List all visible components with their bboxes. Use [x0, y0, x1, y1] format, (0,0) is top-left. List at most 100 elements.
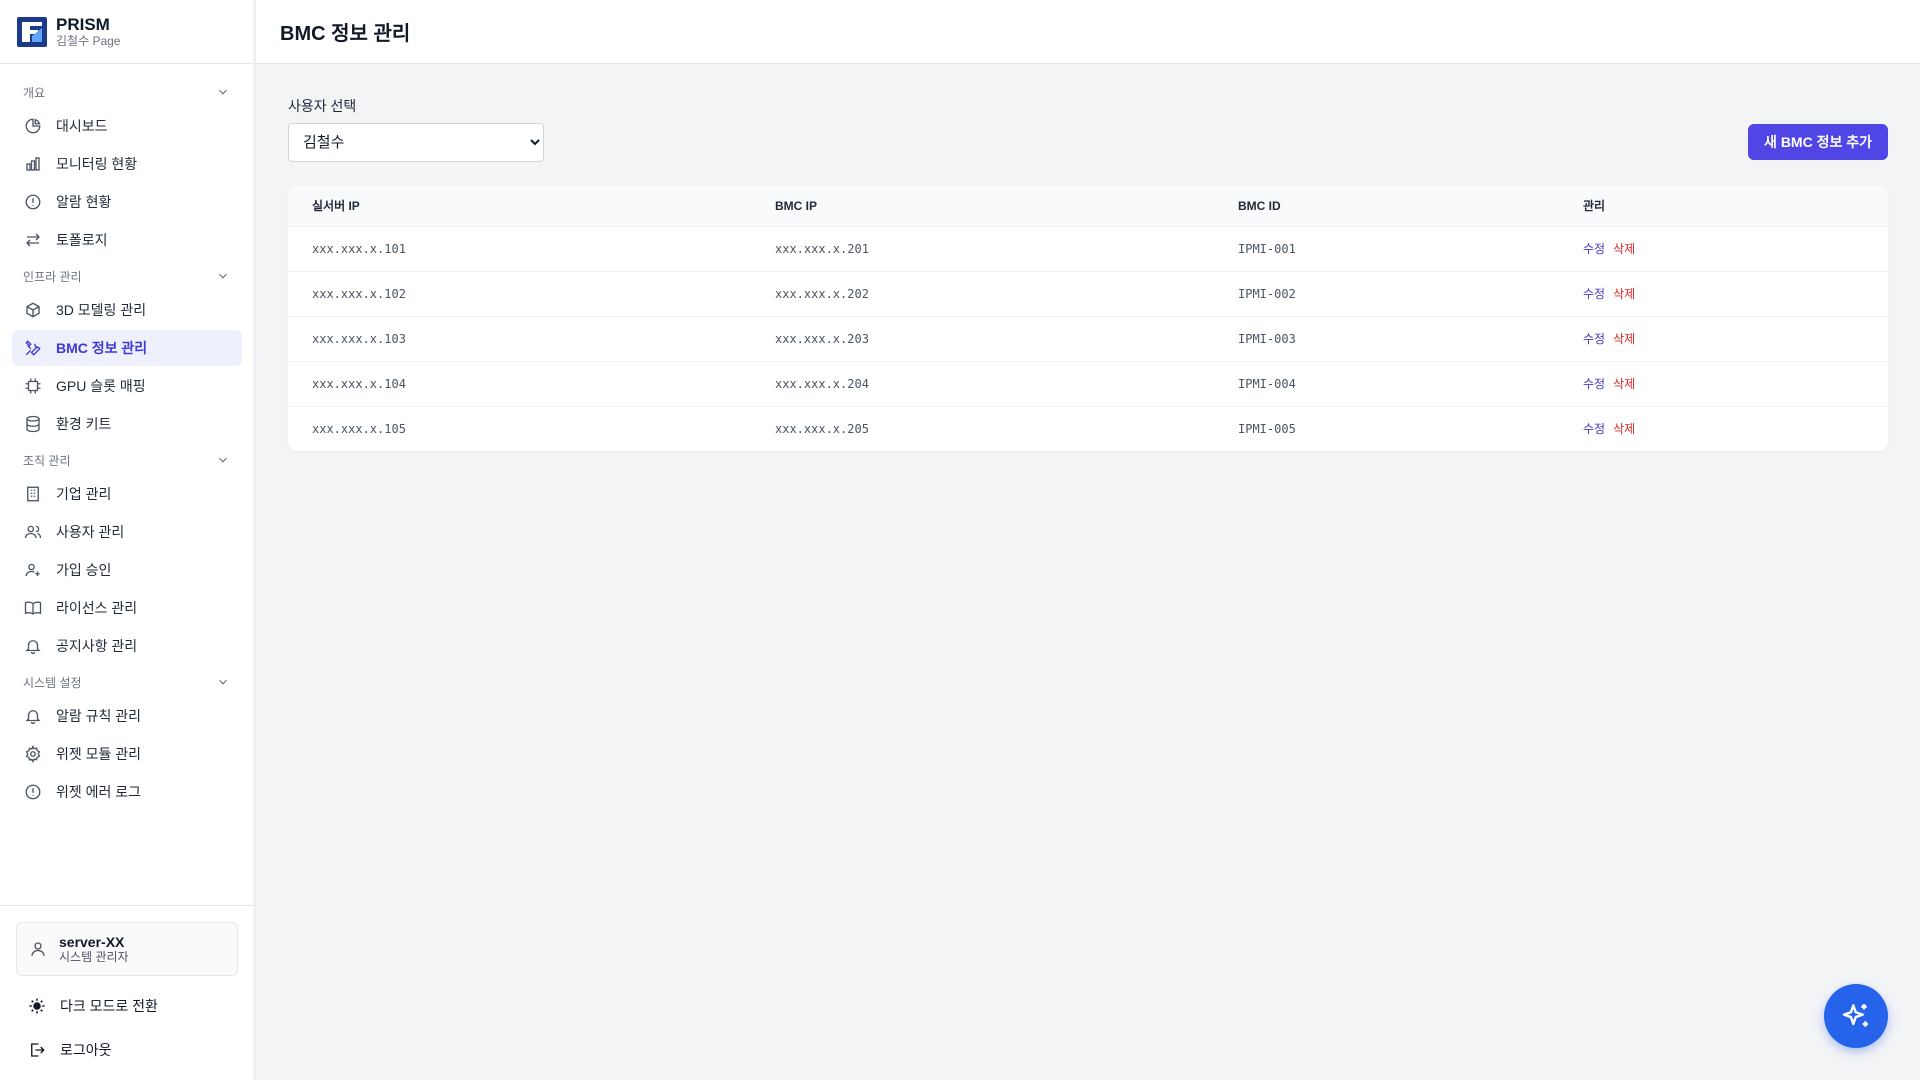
actions-cell: 수정 삭제: [1559, 226, 1888, 271]
bmc-ip-cell: xxx.xxx.x.205: [775, 421, 869, 436]
sidebar-item-label: 라이선스 관리: [56, 600, 138, 616]
page-title: BMC 정보 관리: [280, 23, 411, 45]
edit-button[interactable]: 수정: [1583, 242, 1605, 256]
sidebar-item-label: 환경 키트: [56, 416, 112, 432]
bmc-ip-cell: xxx.xxx.x.201: [775, 241, 869, 256]
cube-icon: [24, 301, 42, 319]
sidebar-item-label: 대시보드: [56, 118, 108, 134]
sidebar-item-signup-approval[interactable]: 가입 승인: [12, 552, 242, 588]
delete-button[interactable]: 삭제: [1613, 422, 1635, 436]
table-row: xxx.xxx.x.101 xxx.xxx.x.201 IPMI-001 수정 삭…: [288, 226, 1888, 271]
column-header-bmc-ip: BMC IP: [775, 198, 817, 213]
sidebar-item-label: 위젯 에러 로그: [56, 784, 142, 800]
sun-icon: [29, 998, 45, 1014]
bell-icon: [24, 637, 42, 655]
table-row: xxx.xxx.x.105 xxx.xxx.x.205 IPMI-005 수정 삭…: [288, 406, 1888, 451]
user-name: server-XX: [59, 934, 125, 950]
sidebar-item-label: 위젯 모듈 관리: [56, 746, 142, 762]
ai-assistant-button[interactable]: [1824, 984, 1888, 1048]
sidebar-item-label: 알람 규칙 관리: [56, 708, 142, 724]
prism-logo-icon: [17, 16, 47, 47]
sparkles-icon: [1842, 1004, 1868, 1027]
server-ip-cell: xxx.xxx.x.104: [312, 376, 406, 391]
server-ip-cell: xxx.xxx.x.103: [312, 331, 406, 346]
delete-button[interactable]: 삭제: [1613, 377, 1635, 391]
server-ip-cell: xxx.xxx.x.105: [312, 421, 406, 436]
logout-icon: [31, 1043, 45, 1057]
section-label: 시스템 설정: [23, 675, 82, 690]
user-select-label: 사용자 선택: [288, 98, 357, 114]
sidebar-item-topology[interactable]: 토폴로지: [12, 222, 242, 258]
building-icon: [24, 485, 42, 503]
bmc-id-cell: IPMI-003: [1238, 331, 1296, 346]
sidebar-item-widget-modules[interactable]: 위젯 모듈 관리: [12, 736, 242, 772]
edit-button[interactable]: 수정: [1583, 422, 1605, 436]
sidebar-item-label: 토폴로지: [56, 232, 108, 248]
table-row: xxx.xxx.x.102 xxx.xxx.x.202 IPMI-002 수정 삭…: [288, 271, 1888, 316]
sidebar-item-label: 알람 현황: [56, 194, 112, 210]
dark-mode-toggle[interactable]: 다크 모드로 전환: [16, 984, 238, 1028]
actions-cell: 수정 삭제: [1559, 316, 1888, 361]
bar-chart-icon: [24, 155, 42, 173]
sidebar-item-dashboard[interactable]: 대시보드: [12, 108, 242, 144]
wrench-icon: [24, 339, 42, 357]
sidebar-item-gpu-slot[interactable]: GPU 슬롯 매핑: [12, 368, 242, 404]
brand[interactable]: PRISM 김철수 Page: [0, 0, 254, 64]
sidebar-item-label: 3D 모델링 관리: [56, 302, 147, 318]
sidebar-item-env-kit[interactable]: 환경 키트: [12, 406, 242, 442]
logout-button[interactable]: 로그아웃: [16, 1028, 238, 1072]
bmc-id-cell: IPMI-001: [1238, 241, 1296, 256]
sidebar-item-label: 기업 관리: [56, 486, 112, 502]
section-header-org[interactable]: 조직 관리: [0, 444, 254, 476]
sidebar-item-license[interactable]: 라이선스 관리: [12, 590, 242, 626]
user-card[interactable]: server-XX 시스템 관리자: [16, 922, 238, 976]
bmc-id-cell: IPMI-005: [1238, 421, 1296, 436]
edit-button[interactable]: 수정: [1583, 287, 1605, 301]
delete-button[interactable]: 삭제: [1613, 287, 1635, 301]
section-header-system[interactable]: 시스템 설정: [0, 666, 254, 698]
server-ip-cell: xxx.xxx.x.102: [312, 286, 406, 301]
chevron-down-icon: [219, 679, 227, 685]
sidebar-item-widget-errors[interactable]: 위젯 에러 로그: [12, 774, 242, 810]
sidebar-item-bmc[interactable]: BMC 정보 관리: [12, 330, 242, 366]
user-select[interactable]: 김철수: [288, 123, 544, 162]
bmc-ip-cell: xxx.xxx.x.203: [775, 331, 869, 346]
sidebar-footer: server-XX 시스템 관리자 다크 모드로 전환 로그아웃: [0, 905, 254, 1080]
dark-mode-label: 다크 모드로 전환: [60, 998, 158, 1014]
table-header-row: 실서버 IP BMC IP BMC ID 관리: [288, 186, 1888, 226]
chevron-down-icon: [219, 273, 227, 279]
sidebar-item-users[interactable]: 사용자 관리: [12, 514, 242, 550]
add-bmc-button[interactable]: 새 BMC 정보 추가: [1748, 124, 1888, 160]
bmc-table-card: 실서버 IP BMC IP BMC ID 관리 xxx.xxx.x.101 xx…: [288, 186, 1888, 451]
logout-label: 로그아웃: [60, 1042, 112, 1058]
sidebar-item-alarm-rules[interactable]: 알람 규칙 관리: [12, 698, 242, 734]
user-plus-icon: [24, 561, 42, 579]
top-bar: BMC 정보 관리: [256, 0, 1920, 64]
edit-button[interactable]: 수정: [1583, 332, 1605, 346]
server-ip-cell: xxx.xxx.x.101: [312, 241, 406, 256]
bmc-id-cell: IPMI-004: [1238, 376, 1296, 391]
book-icon: [24, 599, 42, 617]
alert-circle-icon: [24, 783, 42, 801]
sidebar-item-notices[interactable]: 공지사항 관리: [12, 628, 242, 664]
sidebar-item-label: 가입 승인: [56, 562, 112, 578]
section-header-overview[interactable]: 개요: [0, 76, 254, 108]
section-header-infra[interactable]: 인프라 관리: [0, 260, 254, 292]
sidebar-item-alarms[interactable]: 알람 현황: [12, 184, 242, 220]
sidebar-item-3d-modeling[interactable]: 3D 모델링 관리: [12, 292, 242, 328]
main-content: 사용자 선택 김철수 새 BMC 정보 추가 실서버 IP BMC IP BMC…: [288, 96, 1888, 451]
sidebar-item-companies[interactable]: 기업 관리: [12, 476, 242, 512]
actions-cell: 수정 삭제: [1559, 361, 1888, 406]
brand-title: PRISM: [56, 14, 110, 34]
delete-button[interactable]: 삭제: [1613, 332, 1635, 346]
sidebar-item-label: 사용자 관리: [56, 524, 125, 540]
edit-button[interactable]: 수정: [1583, 377, 1605, 391]
actions-cell: 수정 삭제: [1559, 271, 1888, 316]
sidebar-item-monitoring[interactable]: 모니터링 현황: [12, 146, 242, 182]
table-row: xxx.xxx.x.103 xxx.xxx.x.203 IPMI-003 수정 삭…: [288, 316, 1888, 361]
delete-button[interactable]: 삭제: [1613, 242, 1635, 256]
column-header-server-ip: 실서버 IP: [312, 199, 360, 214]
sidebar-item-label: BMC 정보 관리: [56, 340, 148, 356]
chevron-down-icon: [219, 457, 227, 463]
users-icon: [24, 523, 42, 541]
